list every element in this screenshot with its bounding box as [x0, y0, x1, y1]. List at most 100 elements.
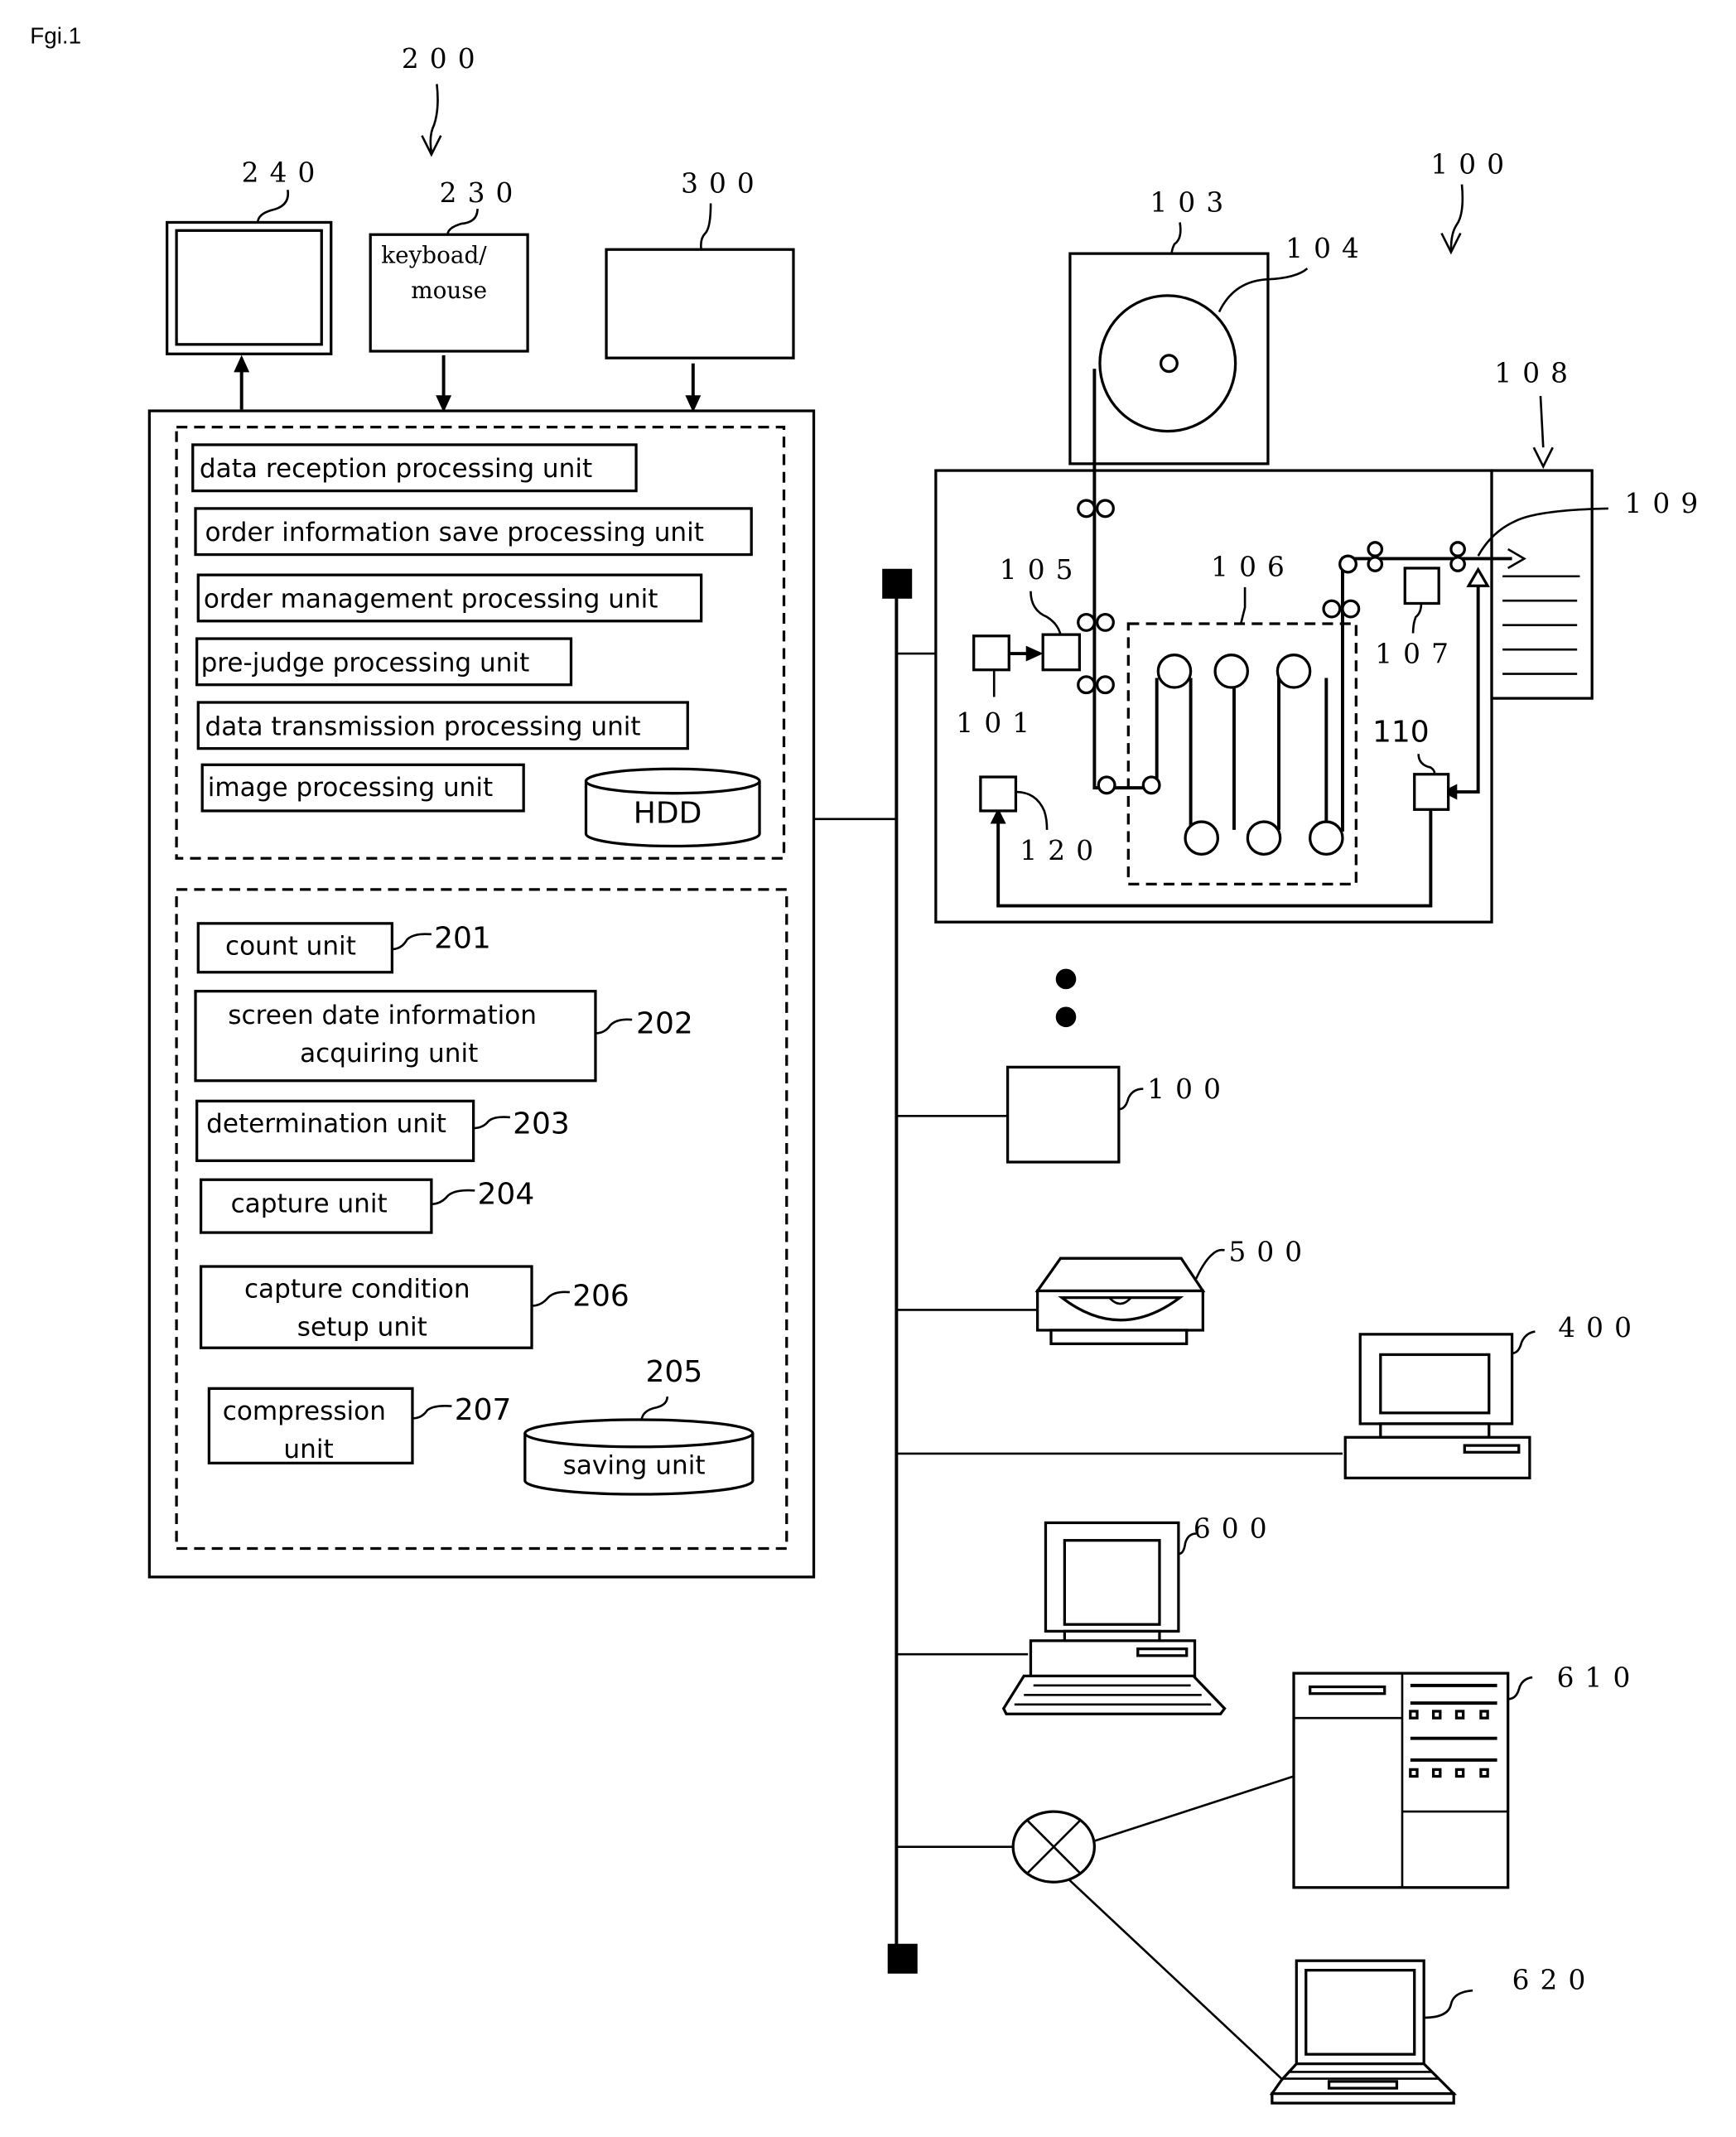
- ref-300: 300: [681, 167, 765, 199]
- ref-400: 400: [1558, 1312, 1642, 1343]
- ref-107: 107: [1375, 639, 1459, 670]
- leader-240: [257, 189, 290, 223]
- saving-unit-label: saving unit: [563, 1450, 706, 1480]
- figure-canvas: Fgi.1 200 240 230 keyboad/ mouse 300 dat…: [30, 22, 1709, 2105]
- svg-text:acquiring unit: acquiring unit: [300, 1039, 478, 1068]
- keyboard-label: keyboad/: [381, 242, 487, 269]
- svg-text:data transmission processing u: data transmission processing unit: [205, 712, 640, 741]
- ref-103: 103: [1150, 186, 1235, 218]
- ref-120: 120: [1020, 835, 1104, 866]
- drum-6: [1309, 820, 1344, 856]
- svg-text:data reception processing unit: data reception processing unit: [200, 454, 592, 484]
- output-tray-108: [1490, 469, 1594, 700]
- svg-text:setup unit: setup unit: [297, 1313, 427, 1343]
- ref-230: 230: [440, 177, 524, 209]
- laptop-icon: [1269, 1959, 1458, 2105]
- ref-610: 610: [1557, 1662, 1642, 1693]
- monitor-240-icon: [166, 220, 333, 355]
- svg-text:order information save process: order information save processing unit: [205, 518, 704, 548]
- ellipsis-dot-2: [1055, 1006, 1077, 1028]
- svg-text:compression: compression: [223, 1397, 386, 1426]
- roll-core-icon: [1159, 354, 1179, 374]
- ref-600: 600: [1194, 1512, 1278, 1544]
- device-400: 400: [1343, 1312, 1642, 1480]
- device-620: 620: [1269, 1959, 1597, 2105]
- unit-120: [979, 775, 1018, 813]
- leader-100b: [1118, 1088, 1144, 1111]
- svg-text:screen date information: screen date information: [228, 1001, 537, 1030]
- ref-202: 202: [636, 1006, 693, 1040]
- unit-data-reception: data reception processing unit: [191, 443, 638, 493]
- leader-620: [1424, 1989, 1473, 2019]
- device-300-box: [605, 248, 795, 359]
- svg-text:order management processing un: order management processing unit: [204, 584, 658, 614]
- controller-101: [972, 634, 1010, 672]
- leader-108: [1539, 395, 1545, 448]
- ref-204: 204: [478, 1178, 535, 1212]
- device-600: 600: [1001, 1512, 1278, 1715]
- unit-data-transmission: data transmission processing unit: [196, 701, 689, 750]
- bus-terminator-top: [882, 568, 913, 599]
- device-printer-100: 100: [1005, 1065, 1232, 1164]
- unit-pre-judge: pre-judge processing unit: [195, 637, 573, 687]
- leader-230: [446, 209, 479, 235]
- arrowhead-108: [1532, 446, 1554, 470]
- ref-206: 206: [572, 1279, 629, 1313]
- drum-2: [1213, 654, 1250, 689]
- svg-text:capture condition: capture condition: [244, 1275, 470, 1305]
- roller-a: [1097, 775, 1116, 795]
- ref-106: 106: [1211, 552, 1295, 583]
- drum-3: [1275, 654, 1312, 689]
- unit-order-information-save: order information save processing unit: [194, 507, 753, 557]
- router: [1011, 1775, 1295, 2080]
- workstation-with-keyboard-icon: [1001, 1521, 1227, 1715]
- arrowhead-down-300: [685, 395, 702, 413]
- ref-100b: 100: [1147, 1073, 1232, 1105]
- unit-110: [1413, 773, 1450, 811]
- roller-b: [1141, 775, 1161, 795]
- figure-title: Fgi.1: [30, 22, 81, 48]
- hdd-cylinder-icon: HDD: [584, 767, 761, 848]
- svg-text:determination unit: determination unit: [206, 1109, 446, 1139]
- system-200: 200 240 230 keyboad/ mouse 300 data rece…: [147, 43, 816, 1579]
- svg-text:image processing unit: image processing unit: [208, 773, 493, 803]
- svg-text:count unit: count unit: [225, 931, 356, 961]
- ref-104: 104: [1285, 233, 1370, 264]
- server-rack-icon: [1292, 1671, 1510, 1889]
- leader-300: [700, 203, 712, 250]
- printer-100-detail: 100 103 104 108 109 106 101 105 107 110 …: [934, 149, 1709, 924]
- drum-1: [1156, 654, 1193, 689]
- svg-text:pre-judge processing unit: pre-judge processing unit: [201, 648, 530, 678]
- svg-text:unit: unit: [283, 1435, 333, 1464]
- ref-207: 207: [455, 1393, 512, 1427]
- sensor-107: [1403, 567, 1440, 605]
- arrowhead-up-monitor: [234, 355, 250, 373]
- ref-620: 620: [1512, 1965, 1597, 1996]
- mouse-label: mouse: [411, 277, 487, 304]
- desktop-computer-icon: [1343, 1333, 1531, 1480]
- svg-text:capture unit: capture unit: [231, 1189, 388, 1219]
- ref-105: 105: [1000, 554, 1084, 586]
- drum-4: [1184, 820, 1219, 856]
- arrowhead-down-keyboard: [436, 395, 452, 413]
- ref-203: 203: [513, 1107, 570, 1141]
- ref-108: 108: [1494, 358, 1579, 389]
- ref-240: 240: [242, 157, 326, 188]
- device-500: 500: [1034, 1236, 1313, 1345]
- ref-100-top: 100: [1430, 149, 1515, 181]
- ellipsis-dot-1: [1055, 968, 1077, 990]
- link-router-610: [1092, 1775, 1295, 1843]
- ref-200: 200: [402, 43, 486, 75]
- leader-500: [1194, 1248, 1225, 1280]
- link-router-620: [1068, 1879, 1283, 2080]
- device-610: 610: [1292, 1662, 1642, 1889]
- hdd-label: HDD: [634, 797, 702, 831]
- ref-101: 101: [956, 707, 1040, 739]
- disc-drive-icon: [1034, 1257, 1206, 1345]
- printer-box-icon: [1005, 1065, 1121, 1164]
- ref-109: 109: [1624, 488, 1709, 519]
- ref-500: 500: [1228, 1236, 1313, 1267]
- unit-order-management: order management processing unit: [196, 573, 703, 623]
- leader-400: [1512, 1330, 1536, 1355]
- unit-105: [1041, 633, 1082, 672]
